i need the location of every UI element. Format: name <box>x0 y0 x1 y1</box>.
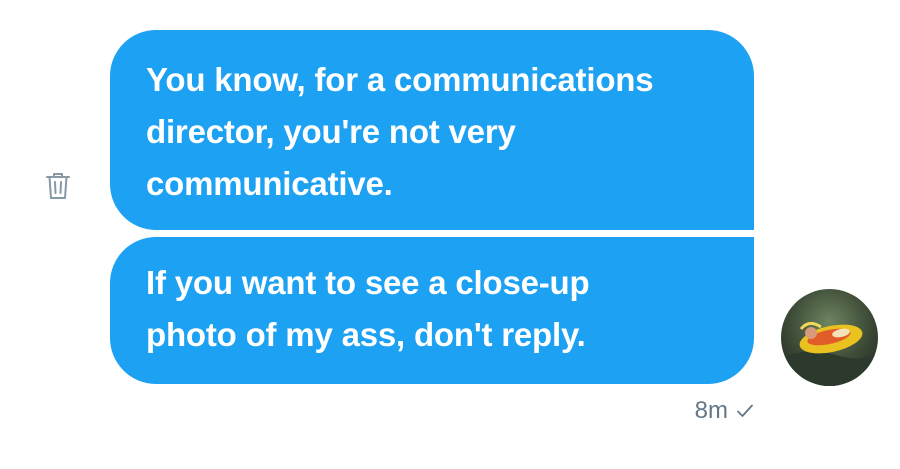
avatar[interactable] <box>781 289 878 386</box>
message-status: 8m <box>660 394 754 428</box>
message-thread: You know, for a communications director,… <box>0 0 900 469</box>
message-text: You know, for a communications director,… <box>146 61 654 202</box>
avatar-image <box>781 289 878 386</box>
delete-message-button[interactable] <box>40 168 76 204</box>
checkmark-icon <box>736 403 754 419</box>
message-text: If you want to see a close-up photo of m… <box>146 264 590 353</box>
message-bubble[interactable]: If you want to see a close-up photo of m… <box>110 237 754 384</box>
message-time: 8m <box>694 397 728 424</box>
message-bubble[interactable]: You know, for a communications director,… <box>110 30 754 230</box>
trash-icon <box>46 173 70 199</box>
